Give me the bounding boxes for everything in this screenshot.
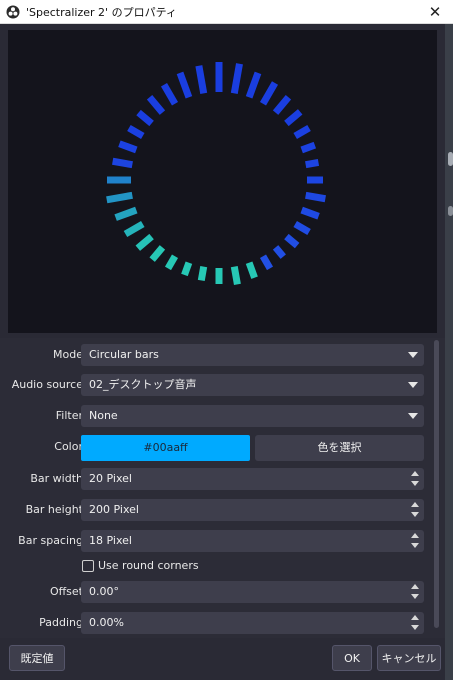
visualizer-bar	[106, 191, 133, 204]
visualizer-bar	[272, 95, 292, 115]
visualizer-bar	[230, 63, 243, 94]
bar-spacing-value: 18 Pixel	[89, 534, 132, 547]
visualizer-bar	[300, 206, 320, 220]
defaults-button[interactable]: 既定値	[9, 645, 65, 671]
visualizer-bar	[114, 206, 138, 221]
audio-source-dropdown[interactable]: 02_デスクトップ音声	[81, 374, 424, 396]
close-button[interactable]: ✕	[417, 0, 453, 24]
bar-height-label: Bar height	[25, 503, 83, 516]
close-icon: ✕	[428, 3, 442, 21]
circular-bars-visualizer	[106, 62, 326, 285]
visualizer-bar	[293, 124, 311, 140]
chevron-down-icon	[408, 352, 418, 358]
window-title: 'Spectralizer 2' のプロパティ	[26, 5, 177, 19]
chevron-down-icon	[408, 413, 418, 419]
offset-spinbox[interactable]: 0.00°	[81, 581, 424, 603]
visualizer-bar	[195, 65, 208, 94]
visualizer-bar	[135, 233, 154, 251]
visualizer-bar	[293, 220, 311, 236]
visualizer-bar	[112, 157, 133, 169]
audio-source-value: 02_デスクトップ音声	[89, 378, 197, 391]
visualizer-bar	[305, 191, 326, 203]
bar-height-spinbox[interactable]: 200 Pixel	[81, 499, 424, 521]
spin-arrows-icon[interactable]	[410, 614, 420, 632]
cancel-button[interactable]: キャンセル	[377, 645, 441, 671]
visualizer-bar	[305, 159, 320, 169]
filter-dropdown[interactable]: None	[81, 405, 424, 427]
visualizer-bar	[284, 233, 300, 249]
mode-label: Mode	[53, 348, 83, 361]
visualizer-bar	[181, 261, 193, 277]
visualizer-bar	[160, 82, 179, 106]
spin-arrows-icon[interactable]	[410, 501, 420, 519]
padding-spinbox[interactable]: 0.00%	[81, 612, 424, 634]
round-corners-checkbox[interactable]	[82, 560, 94, 572]
visualizer-bar	[259, 254, 274, 271]
visualizer-bar	[127, 124, 145, 140]
visualizer-bar	[284, 109, 303, 127]
chevron-down-icon	[408, 382, 418, 388]
visualizer-bar	[272, 245, 286, 259]
bar-height-value: 200 Pixel	[89, 503, 139, 516]
spin-arrows-icon[interactable]	[410, 583, 420, 601]
visualizer-bar	[259, 81, 279, 106]
visualizer-bar	[149, 245, 166, 262]
filter-value: None	[89, 409, 118, 422]
visualizer-bar	[123, 220, 145, 238]
bar-spacing-label: Bar spacing	[18, 534, 83, 547]
visualizer-bar	[136, 109, 154, 127]
padding-label: Padding	[39, 616, 83, 629]
mode-dropdown[interactable]: Circular bars	[81, 344, 424, 366]
visualizer-bar	[146, 95, 166, 115]
padding-value: 0.00%	[89, 616, 124, 629]
round-corners-label[interactable]: Use round corners	[98, 555, 199, 577]
filter-label: Filter	[55, 409, 83, 422]
color-label: Color	[54, 440, 83, 453]
mode-value: Circular bars	[89, 348, 159, 361]
ok-button[interactable]: OK	[332, 645, 372, 671]
visualizer-bar	[118, 140, 138, 154]
bar-width-value: 20 Pixel	[89, 472, 132, 485]
visualizer-bar	[300, 141, 317, 154]
obs-app-icon	[6, 5, 20, 18]
select-color-button[interactable]: 色を選択	[255, 435, 424, 461]
visualizer-bar	[245, 71, 262, 99]
spin-arrows-icon[interactable]	[410, 532, 420, 550]
visualizer-bar	[230, 266, 241, 285]
edge-handle-top	[448, 152, 453, 166]
properties-scrollbar[interactable]	[433, 338, 440, 636]
window-titlebar: 'Spectralizer 2' のプロパティ ✕	[0, 0, 453, 24]
visualizer-bar	[164, 254, 179, 271]
bar-spacing-spinbox[interactable]: 18 Pixel	[81, 530, 424, 552]
audio-source-label: Audio source	[11, 378, 83, 391]
visualizer-bar	[245, 261, 258, 279]
offset-value: 0.00°	[89, 585, 119, 598]
visualizer-bar	[197, 266, 208, 282]
offset-label: Offset	[49, 585, 83, 598]
bar-width-label: Bar width	[30, 472, 83, 485]
edge-handle-bottom	[448, 206, 453, 216]
color-swatch[interactable]: #00aaff	[81, 435, 250, 461]
bar-width-spinbox[interactable]: 20 Pixel	[81, 468, 424, 490]
visualizer-preview	[8, 30, 437, 333]
scrollbar-thumb[interactable]	[434, 340, 439, 628]
visualizer-bar	[176, 71, 193, 99]
background-window-edge	[445, 24, 453, 680]
spin-arrows-icon[interactable]	[410, 470, 420, 488]
